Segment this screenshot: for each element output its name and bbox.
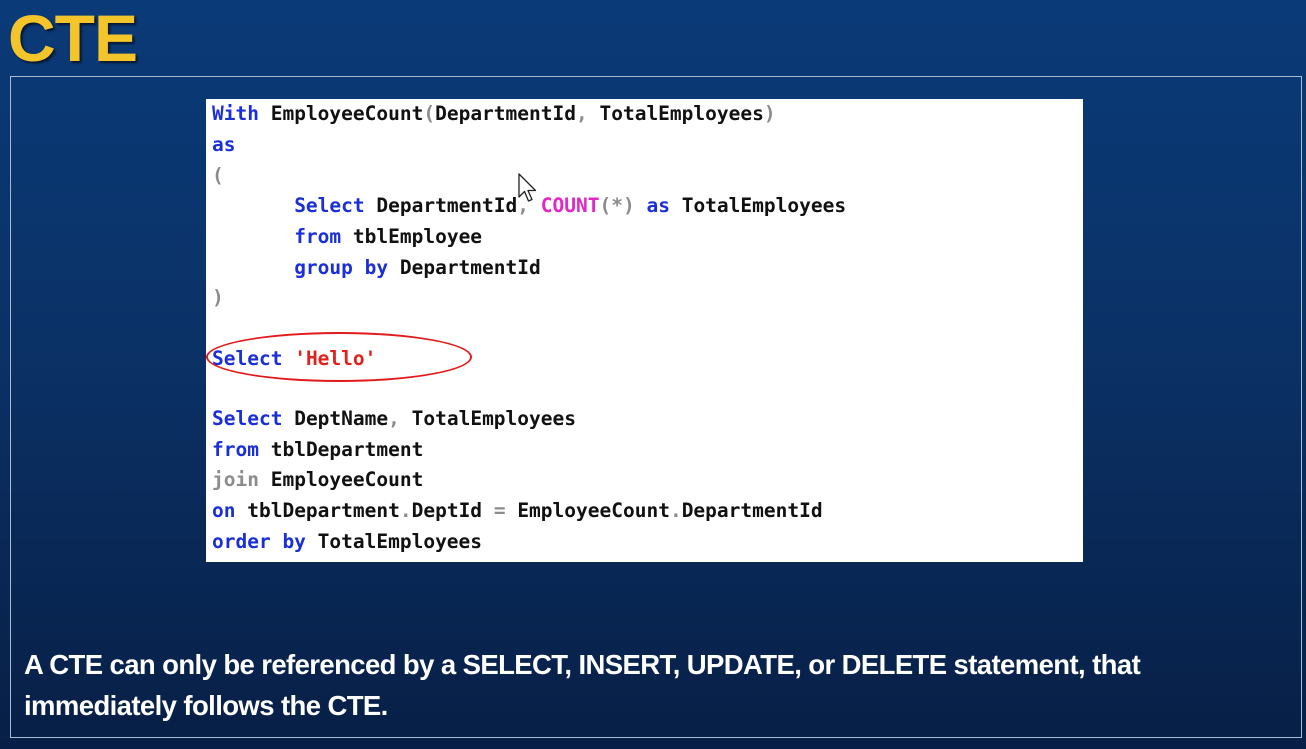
- code-keyword: as: [212, 133, 236, 156]
- code-operator: =: [493, 499, 506, 522]
- code-operator: .: [399, 499, 412, 522]
- code-line-7: ): [212, 286, 224, 310]
- code-keyword: order by: [212, 530, 306, 553]
- code-line-12: on tblDepartment.DeptId = EmployeeCount.…: [212, 499, 823, 523]
- code-line-11: join EmployeeCount: [212, 468, 423, 492]
- code-identifier: DepartmentId: [376, 194, 518, 217]
- code-identifier: tblEmployee: [352, 225, 483, 248]
- code-identifier: DepartmentId: [435, 102, 576, 125]
- code-keyword: Select: [212, 407, 283, 430]
- code-identifier: TotalEmployees: [411, 407, 576, 430]
- code-keyword: on: [212, 499, 236, 522]
- code-line-10: from tblDepartment: [212, 438, 423, 462]
- code-identifier: EmployeeCount: [517, 499, 670, 522]
- code-line-6: group by DepartmentId: [212, 256, 541, 280]
- code-line-1: With EmployeeCount(DepartmentId, TotalEm…: [212, 102, 776, 126]
- code-operator: ): [763, 102, 776, 125]
- code-operator: (: [212, 164, 224, 187]
- slide-title: CTE: [8, 1, 138, 75]
- code-operator: ): [212, 286, 224, 309]
- code-identifier: EmployeeCount: [270, 102, 424, 125]
- code-operator: (: [423, 102, 436, 125]
- code-line-5: from tblEmployee: [212, 225, 482, 249]
- code-line-3: (: [212, 164, 224, 188]
- code-keyword: group by: [294, 256, 389, 279]
- code-operator: ,: [575, 102, 588, 125]
- code-keyword: join: [212, 468, 259, 491]
- code-operator: ,: [388, 407, 400, 430]
- code-line-2: as: [212, 133, 235, 157]
- code-identifier: TotalEmployees: [681, 194, 847, 217]
- code-operator: .: [669, 499, 682, 522]
- slide-note: A CTE can only be referenced by a SELECT…: [24, 649, 1141, 721]
- code-identifier: DepartmentId: [399, 256, 541, 279]
- highlight-ellipse: [206, 332, 472, 382]
- code-panel: With EmployeeCount(DepartmentId, TotalEm…: [206, 99, 1083, 562]
- code-identifier: DeptId: [411, 499, 483, 522]
- code-identifier: DepartmentId: [681, 499, 823, 522]
- code-keyword: from: [294, 225, 342, 248]
- code-keyword: With: [212, 102, 259, 125]
- code-keyword: as: [646, 194, 670, 217]
- code-identifier: TotalEmployees: [599, 102, 764, 125]
- code-line-13: order by TotalEmployees: [212, 530, 482, 554]
- code-identifier: tblDepartment: [247, 499, 400, 522]
- code-identifier: DeptName: [294, 407, 389, 430]
- code-function: COUNT: [540, 194, 600, 217]
- mouse-cursor-arrow-icon: [518, 173, 537, 202]
- code-keyword: from: [212, 438, 259, 461]
- code-keyword: Select: [294, 194, 365, 217]
- code-line-9: Select DeptName, TotalEmployees: [212, 407, 576, 431]
- code-identifier: tblDepartment: [270, 438, 424, 461]
- code-identifier: EmployeeCount: [270, 468, 424, 491]
- code-operator: (*): [599, 194, 635, 217]
- code-identifier: TotalEmployees: [317, 530, 483, 553]
